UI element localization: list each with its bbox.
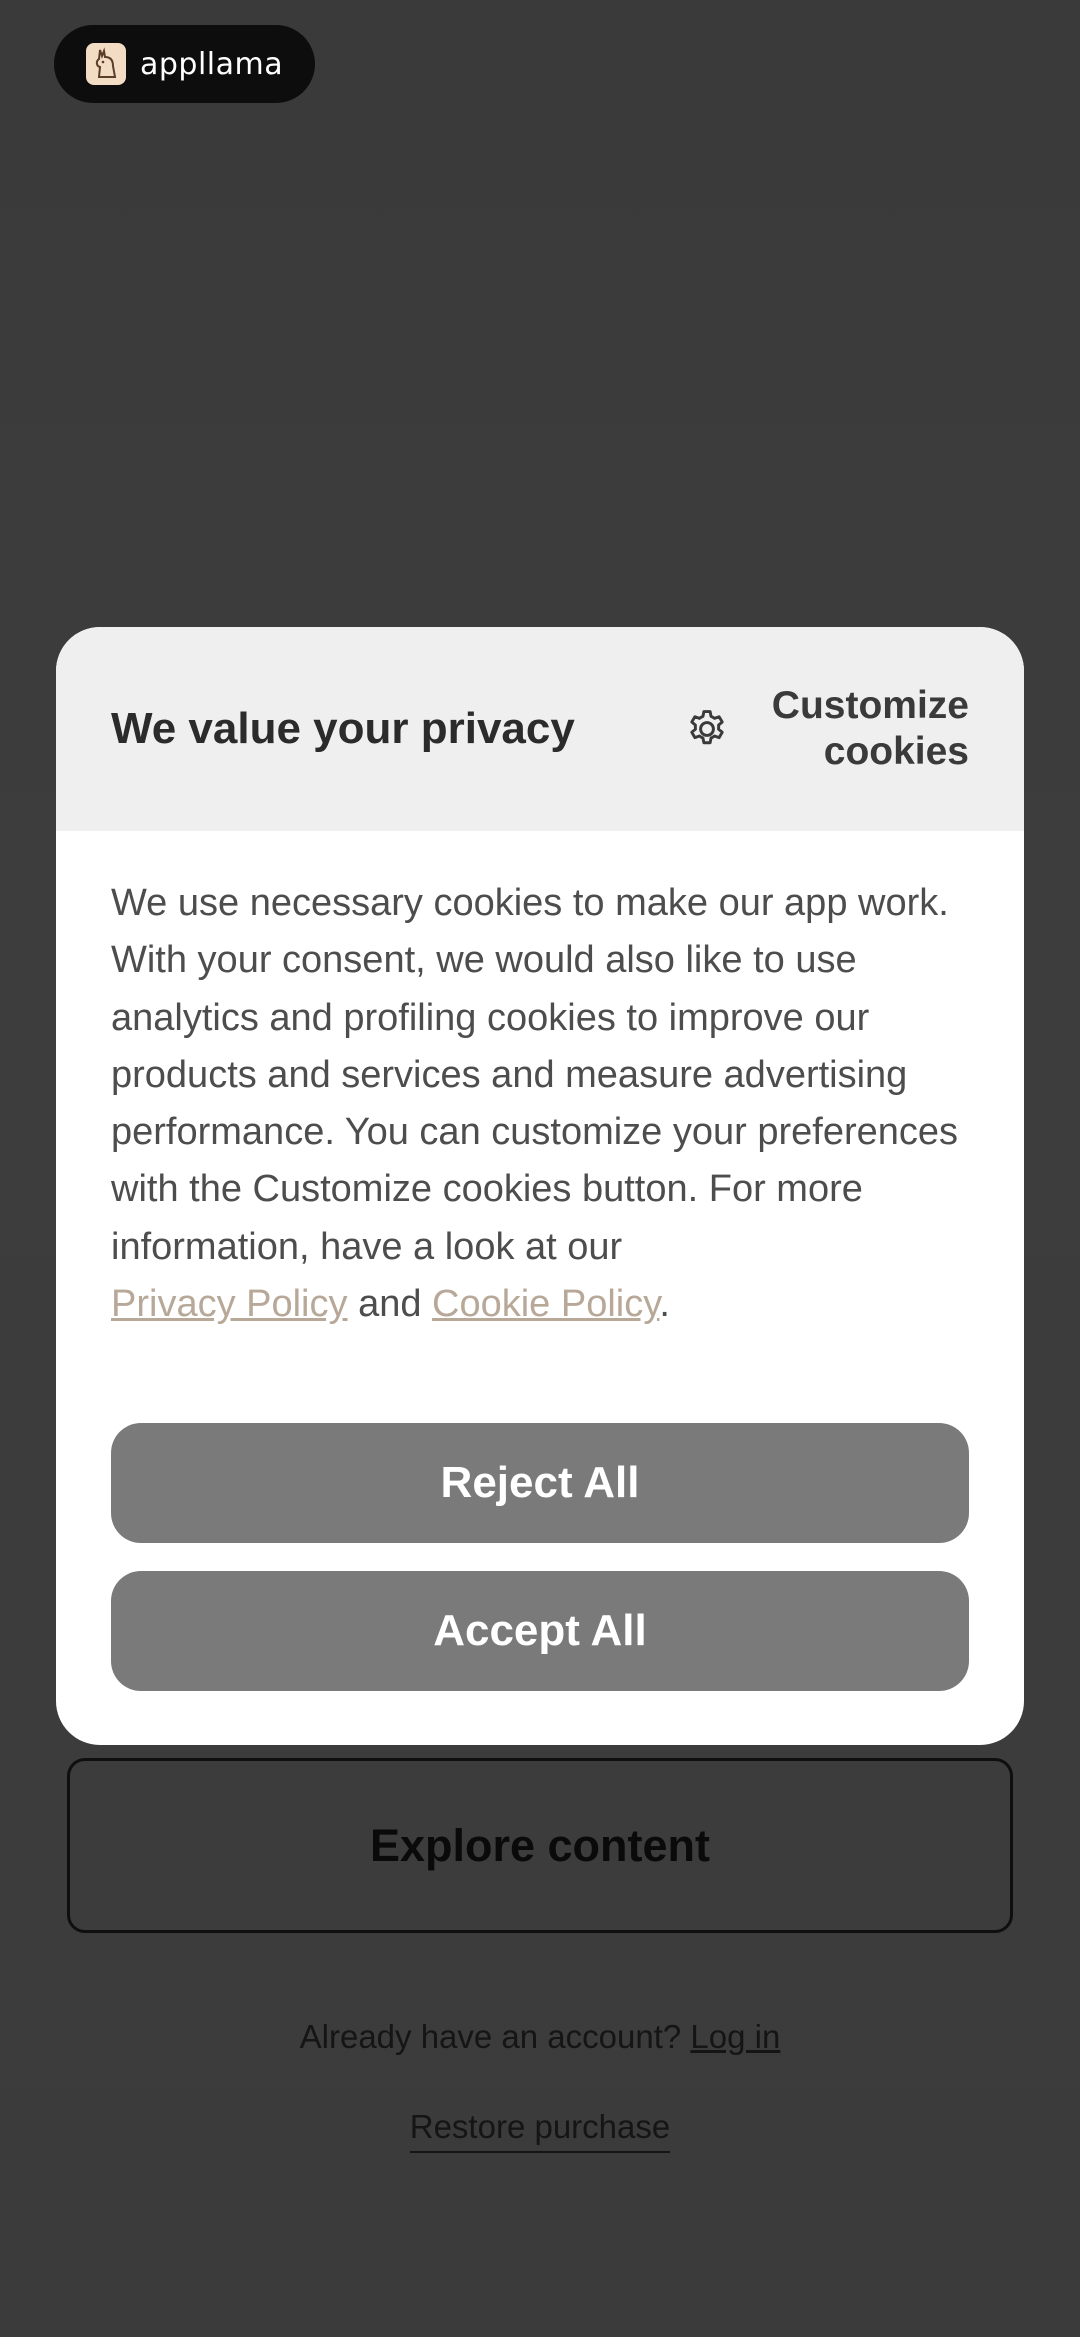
customize-label-line1: Customize (771, 684, 969, 727)
llama-icon (86, 43, 126, 85)
app-logo: appllama (54, 25, 315, 103)
consent-body-text: We use necessary cookies to make our app… (111, 882, 959, 1268)
reject-all-button[interactable]: Reject All (111, 1423, 969, 1543)
consent-description: We use necessary cookies to make our app… (111, 875, 969, 1333)
customize-label-line2: cookies (823, 730, 969, 773)
app-screen: appllama Explore content Already have an… (0, 0, 1080, 2337)
customize-cookies-label: Customize cookies (749, 683, 969, 775)
login-link[interactable]: Log in (690, 2018, 780, 2055)
logo-text: appllama (140, 46, 284, 82)
dialog-title: We value your privacy (111, 704, 575, 753)
accept-all-button[interactable]: Accept All (111, 1571, 969, 1691)
customize-cookies-button[interactable]: Customize cookies (685, 683, 969, 775)
dialog-header: We value your privacy Customize cookies (56, 627, 1024, 831)
cookie-consent-dialog: We value your privacy Customize cookies … (56, 627, 1024, 1745)
restore-purchase-link[interactable]: Restore purchase (409, 2108, 671, 2153)
restore-purchase: Restore purchase (0, 2108, 1080, 2153)
privacy-policy-link[interactable]: Privacy Policy (111, 1283, 348, 1325)
cookie-policy-link[interactable]: Cookie Policy (432, 1283, 659, 1325)
account-prompt-text: Already have an account? (299, 2018, 682, 2055)
explore-content-button[interactable]: Explore content (67, 1758, 1013, 1933)
and-text: and (358, 1283, 422, 1326)
account-prompt: Already have an account? Log in (0, 2018, 1080, 2056)
end-punctuation: . (659, 1283, 670, 1326)
dialog-body: We use necessary cookies to make our app… (56, 831, 1024, 1333)
gear-icon (690, 710, 724, 745)
